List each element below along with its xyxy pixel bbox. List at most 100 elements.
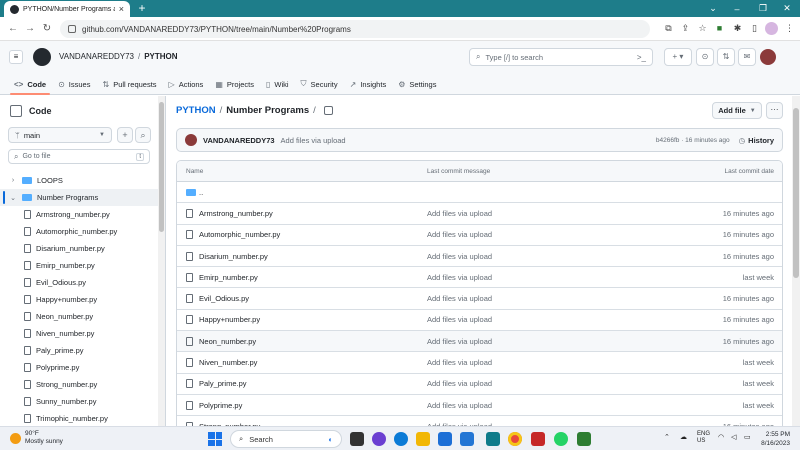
table-row[interactable]: Niven_number.py Add files via upload last … xyxy=(177,352,782,374)
commit-message-link[interactable]: Add files via upload xyxy=(427,401,492,410)
tab-projects[interactable]: ▦ Projects xyxy=(209,74,260,94)
table-row[interactable]: Neon_number.py Add files via upload 16 min… xyxy=(177,331,782,353)
file-explorer-icon[interactable] xyxy=(416,432,430,446)
tree-file[interactable]: Emirp_number.py xyxy=(0,257,158,274)
tab-wiki[interactable]: ▯ Wiki xyxy=(260,74,295,94)
tab-security[interactable]: ⛉ Security xyxy=(295,74,344,94)
weather-widget[interactable]: 90°F Mostly sunny xyxy=(10,430,63,446)
file-name-link[interactable]: Evil_Odious.py xyxy=(199,294,249,303)
collapse-sidebar-icon[interactable] xyxy=(10,105,22,117)
table-row[interactable]: Strong_number.pyAdd files via upload16 m… xyxy=(177,416,782,426)
copy-path-icon[interactable] xyxy=(323,106,333,115)
scrollbar-thumb[interactable] xyxy=(793,108,799,278)
table-row[interactable]: Disarium_number.py Add files via upload 16… xyxy=(177,246,782,268)
tree-file[interactable]: Trimophic_number.py xyxy=(0,410,158,427)
minimize-button[interactable]: – xyxy=(724,0,750,17)
store-app-icon[interactable] xyxy=(460,432,474,446)
file-name-link[interactable]: Armstrong_number.py xyxy=(199,209,273,218)
tree-file[interactable]: Sunny_number.py xyxy=(0,393,158,410)
inbox-icon[interactable]: ✉ xyxy=(738,48,756,66)
commit-message-link[interactable]: Add files via upload xyxy=(427,209,492,218)
new-tab-button[interactable]: + xyxy=(135,1,149,15)
page-scrollbar[interactable] xyxy=(792,96,800,426)
side-panel-icon[interactable]: ▯ xyxy=(748,22,761,35)
cloud-sync-icon[interactable]: ☁ xyxy=(680,433,687,441)
tab-pull-requests[interactable]: ⇅ Pull requests xyxy=(96,74,162,94)
commit-author[interactable]: VANDANAREDDY73 xyxy=(203,136,275,145)
commit-author-avatar[interactable] xyxy=(185,134,197,146)
tree-file[interactable]: Armstrong_number.py xyxy=(0,206,158,223)
close-window-button[interactable]: ✕ xyxy=(774,0,800,17)
share-icon[interactable]: ⇪ xyxy=(679,22,692,35)
commit-message-link[interactable]: Add files via upload xyxy=(427,337,492,346)
chrome-browser-icon[interactable] xyxy=(508,432,522,446)
file-name-link[interactable]: Emirp_number.py xyxy=(199,273,258,282)
show-hidden-icons-icon[interactable]: ⌃ xyxy=(664,433,670,441)
table-row[interactable]: .. xyxy=(177,182,782,204)
create-new-button[interactable]: + ▾ xyxy=(664,48,692,66)
extensions-puzzle-icon[interactable]: ✱ xyxy=(731,22,744,35)
hamburger-menu-icon[interactable]: ≡ xyxy=(9,50,23,64)
tree-folder[interactable]: ⌄ Number Programs xyxy=(0,189,158,206)
tree-file[interactable]: Automorphic_number.py xyxy=(0,223,158,240)
forward-icon[interactable]: → xyxy=(23,22,37,36)
tree-folder[interactable]: › LOOPS xyxy=(0,172,158,189)
security-app-icon[interactable] xyxy=(531,432,545,446)
file-name-link[interactable]: Niven_number.py xyxy=(199,358,257,367)
task-view-icon[interactable] xyxy=(350,432,364,446)
language-indicator[interactable]: ENG US xyxy=(697,431,710,445)
add-file-button[interactable]: Add file ▼ xyxy=(712,102,762,119)
file-name-link[interactable]: Happy+number.py xyxy=(199,315,260,324)
bookmark-star-icon[interactable]: ☆ xyxy=(696,22,709,35)
search-input[interactable]: ⌕ Type [/] to search >_ xyxy=(469,48,653,66)
commit-message-link[interactable]: Add files via upload xyxy=(427,315,492,324)
commit-message-link[interactable]: Add files via upload xyxy=(427,230,492,239)
tree-file[interactable]: Evil_Odious.py xyxy=(0,274,158,291)
tab-issues[interactable]: ⊙ Issues xyxy=(52,74,96,94)
commit-sha-time[interactable]: b4266fb · 16 minutes ago xyxy=(656,137,730,144)
profile-avatar-icon[interactable] xyxy=(765,22,778,35)
whatsapp-icon[interactable] xyxy=(554,432,568,446)
tree-file[interactable]: Niven_number.py xyxy=(0,325,158,342)
tab-actions[interactable]: ▷ Actions xyxy=(163,74,210,94)
file-name-link[interactable]: Polyprime.py xyxy=(199,401,242,410)
owner-link[interactable]: VANDANAREDDY73 xyxy=(59,52,134,61)
wifi-icon[interactable]: ◠ xyxy=(718,433,724,441)
github-logo-icon[interactable] xyxy=(33,48,51,66)
install-app-icon[interactable]: ⧉ xyxy=(662,22,675,35)
chevron-down-icon[interactable]: ⌄ xyxy=(9,194,17,202)
volume-icon[interactable]: ◁ xyxy=(731,433,736,441)
table-row[interactable]: Automorphic_number.py Add files via uploa… xyxy=(177,225,782,246)
table-row[interactable]: Emirp_number.py Add files via upload last … xyxy=(177,267,782,289)
browser-menu-icon[interactable]: ⋮ xyxy=(783,22,796,35)
browser-tab[interactable]: PYTHON/Number Programs at m × xyxy=(4,1,130,17)
chevron-right-icon[interactable]: › xyxy=(9,177,17,184)
file-name-link[interactable]: Disarium_number.py xyxy=(199,252,268,261)
go-to-file-input[interactable]: ⌕ Go to file t xyxy=(8,149,150,164)
more-options-button[interactable]: ··· xyxy=(766,102,783,119)
extension-app-icon[interactable]: ■ xyxy=(713,22,726,35)
commit-message[interactable]: Add files via upload xyxy=(281,136,656,145)
issues-icon[interactable]: ⊙ xyxy=(696,48,714,66)
reload-icon[interactable]: ↻ xyxy=(40,22,54,36)
tree-file[interactable]: Strong_number.py xyxy=(0,376,158,393)
url-field[interactable]: github.com/VANDANAREDDY73/PYTHON/tree/ma… xyxy=(60,20,650,38)
tree-file[interactable]: Paly_prime.py xyxy=(0,342,158,359)
tree-file[interactable]: Disarium_number.py xyxy=(0,240,158,257)
table-row[interactable]: Polyprime.py Add files via upload last wee… xyxy=(177,395,782,417)
tree-file[interactable]: Neon_number.py xyxy=(0,308,158,325)
maximize-button[interactable]: ❐ xyxy=(750,0,776,17)
tab-search-icon[interactable]: ⌄ xyxy=(700,0,726,17)
system-clock[interactable]: 2:55 PM 8/16/2023 xyxy=(761,430,790,448)
commit-message-link[interactable]: Add files via upload xyxy=(427,273,492,282)
photos-app-icon[interactable] xyxy=(486,432,500,446)
search-files-icon[interactable]: ⌕ xyxy=(135,127,151,143)
repo-link[interactable]: PYTHON xyxy=(144,52,177,61)
commit-message-link[interactable]: Add files via upload xyxy=(427,358,492,367)
commit-message-link[interactable]: Add files via upload xyxy=(427,294,492,303)
commit-message-link[interactable]: Add files via upload xyxy=(427,252,492,261)
add-file-icon[interactable]: + xyxy=(117,127,133,143)
tab-code[interactable]: <> Code xyxy=(8,74,52,95)
back-icon[interactable]: ← xyxy=(6,22,20,36)
tab-insights[interactable]: ↗ Insights xyxy=(344,74,393,94)
